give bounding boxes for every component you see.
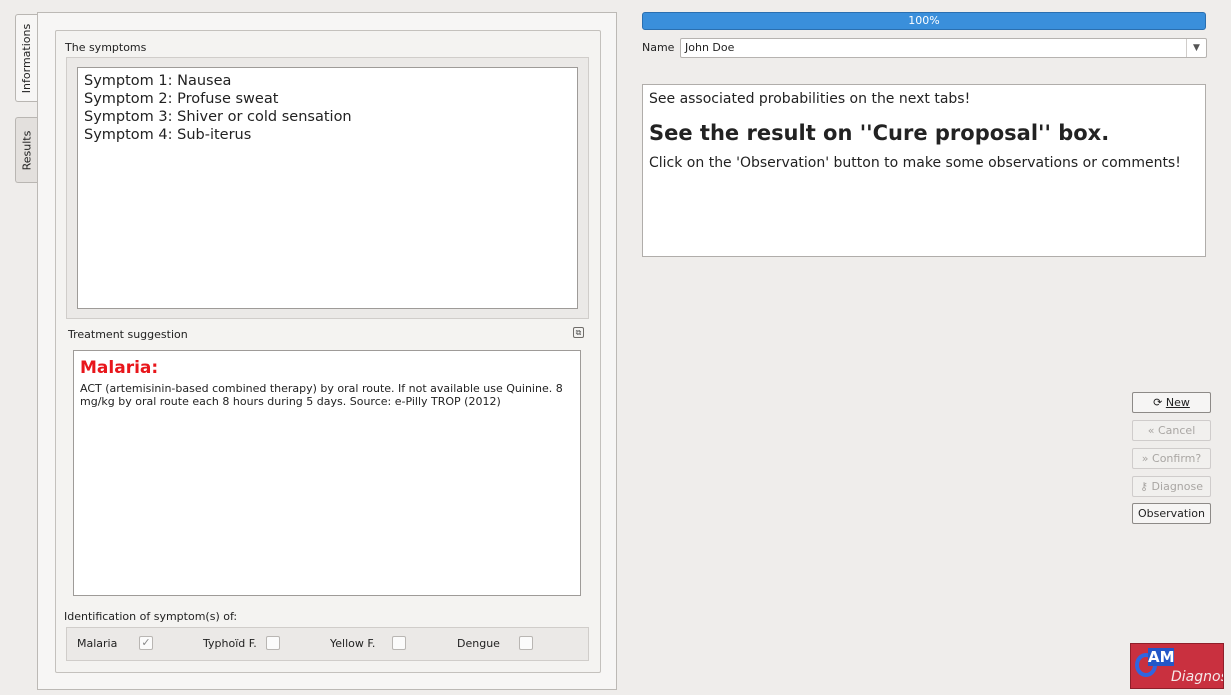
diagnose-button-label: Diagnose — [1151, 480, 1203, 493]
symptoms-text-area[interactable]: Symptom 1: Nausea Symptom 2: Profuse swe… — [77, 67, 578, 309]
cancel-button[interactable]: « Cancel — [1132, 420, 1211, 441]
info-line-3: Click on the 'Observation' button to mak… — [649, 155, 1181, 171]
float-dock-icon[interactable]: ⧉ — [573, 327, 584, 338]
tab-results[interactable]: Results — [15, 117, 37, 183]
app-logo: AM Diagnos — [1130, 643, 1224, 689]
confirm-button[interactable]: » Confirm? — [1132, 448, 1211, 469]
symptoms-title: The symptoms — [65, 41, 147, 54]
confirm-button-label: Confirm? — [1152, 452, 1202, 465]
chevron-down-icon[interactable]: ▼ — [1186, 39, 1206, 57]
checkbox-label-dengue: Dengue — [457, 637, 500, 650]
diagnose-button[interactable]: ⚷ Diagnose — [1132, 476, 1211, 497]
checkbox-label-malaria: Malaria — [77, 637, 118, 650]
checkbox-malaria[interactable]: ✓ — [139, 636, 153, 650]
tab-informations[interactable]: Informations — [15, 14, 37, 102]
observation-button[interactable]: Observation — [1132, 503, 1211, 524]
checkmark-icon: ✓ — [141, 636, 151, 649]
name-label: Name — [642, 41, 675, 54]
cancel-button-label: Cancel — [1157, 424, 1196, 437]
name-combobox[interactable]: John Doe ▼ — [680, 38, 1207, 58]
info-line-2: See the result on ''Cure proposal'' box. — [649, 121, 1110, 145]
new-button[interactable]: ⟳ New — [1132, 392, 1211, 413]
checkbox-label-typhoid: Typhoïd F. — [203, 637, 257, 650]
observation-button-label: Observation — [1138, 507, 1205, 520]
symptom-line: Symptom 2: Profuse sweat — [84, 91, 279, 107]
tab-results-label: Results — [20, 130, 34, 170]
symptom-line: Symptom 1: Nausea — [84, 73, 232, 89]
treatment-description: ACT (artemisinin-based combined therapy)… — [80, 382, 563, 408]
checkbox-dengue[interactable] — [519, 636, 533, 650]
treatment-title: Treatment suggestion — [68, 328, 188, 341]
back-arrow-icon: « — [1147, 424, 1155, 437]
tab-informations-label: Informations — [20, 23, 33, 93]
identification-title: Identification of symptom(s) of: — [64, 610, 238, 623]
new-button-label: New — [1165, 396, 1190, 409]
symptom-line: Symptom 4: Sub-iterus — [84, 127, 252, 143]
treatment-text-area[interactable]: Malaria: ACT (artemisinin-based combined… — [73, 350, 581, 596]
info-line-1: See associated probabilities on the next… — [649, 91, 971, 107]
progress-bar: 100% — [642, 12, 1206, 30]
name-value: John Doe — [685, 41, 735, 54]
symptom-line: Symptom 3: Shiver or cold sensation — [84, 109, 352, 125]
checkbox-typhoid[interactable] — [266, 636, 280, 650]
logo-am-text: AM — [1148, 648, 1175, 666]
key-icon: ⚷ — [1139, 480, 1149, 493]
forward-arrow-icon: » — [1141, 452, 1149, 465]
checkbox-yellow-fever[interactable] — [392, 636, 406, 650]
logo-diagnos-text: Diagnos — [1171, 669, 1224, 685]
progress-text: 100% — [908, 14, 940, 27]
treatment-disease-title: Malaria: — [80, 358, 159, 378]
checkbox-label-yellow-fever: Yellow F. — [330, 637, 376, 650]
refresh-icon: ⟳ — [1153, 396, 1163, 409]
info-text-area: See associated probabilities on the next… — [642, 84, 1206, 257]
